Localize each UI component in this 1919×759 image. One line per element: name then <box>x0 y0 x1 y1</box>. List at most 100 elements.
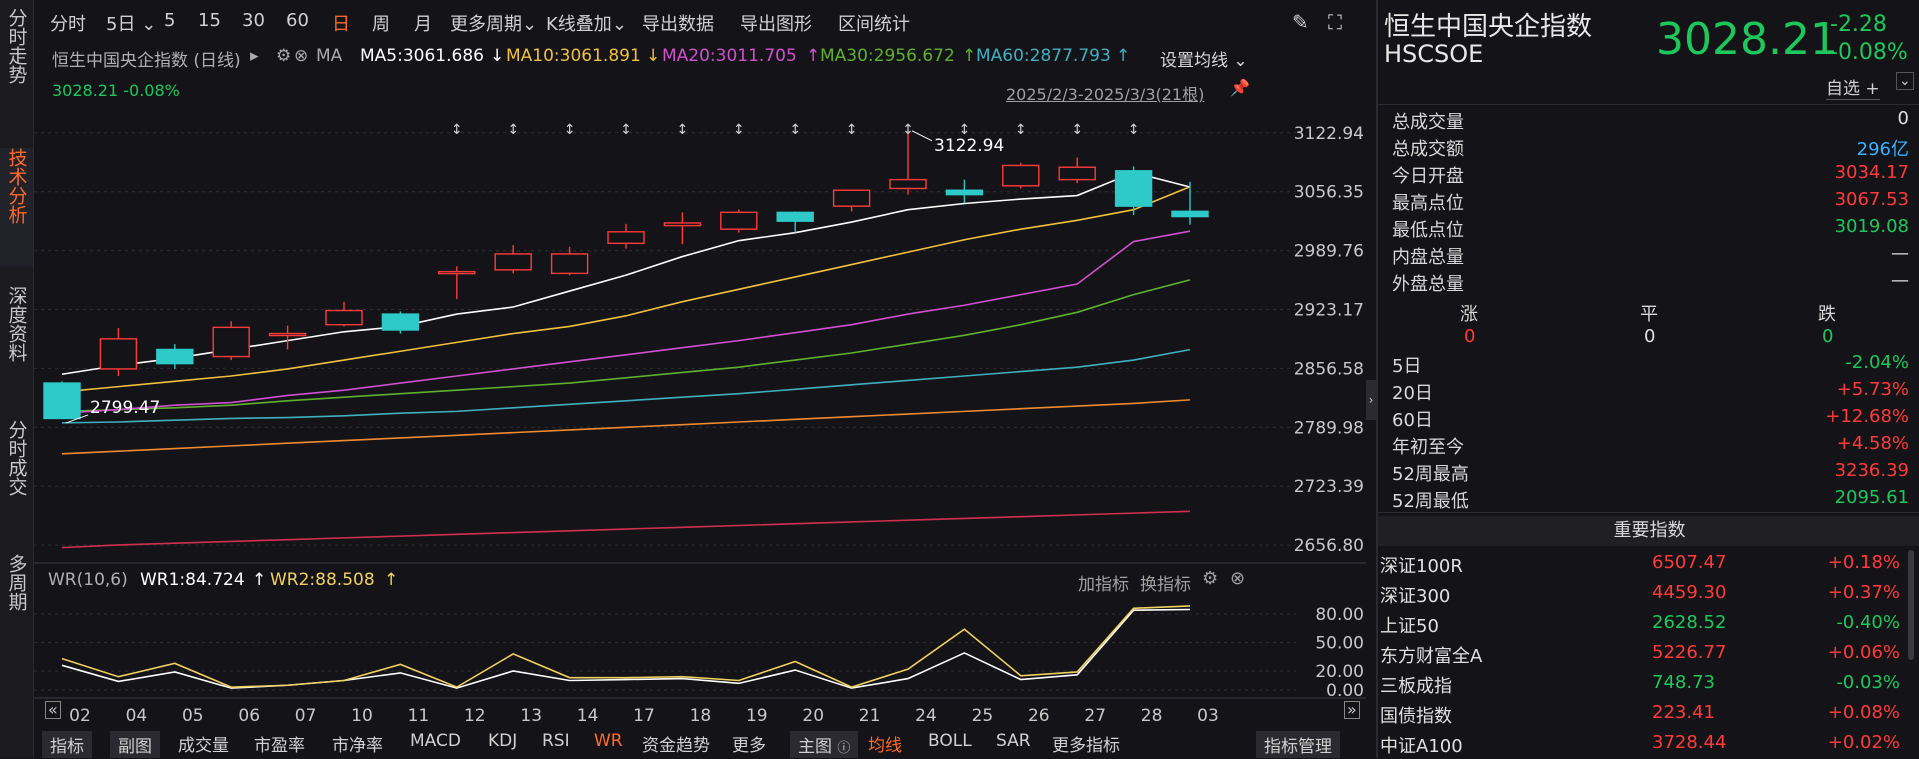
ma250-line <box>61 510 1191 549</box>
y-tick-label: 2923.17 <box>1294 301 1364 321</box>
index-value: 4459.30 <box>1652 582 1727 603</box>
stat-label: 总成交额 <box>1392 139 1464 160</box>
x-tick-label: 13 <box>520 706 542 725</box>
index-value: 5226.77 <box>1652 642 1727 663</box>
stat-row: 总成交额 296亿 <box>1392 135 1909 161</box>
quote-change-pct: -0.08% <box>1830 40 1908 65</box>
more-indicators-button[interactable]: 更多指标 <box>1052 731 1120 756</box>
important-indices-title: 重要指数 <box>1378 516 1919 546</box>
index-name: 深证100R <box>1380 556 1463 577</box>
x-tick-label: 28 <box>1141 706 1163 725</box>
quote-change: -2.28 <box>1830 12 1887 37</box>
stat-label: 总成交量 <box>1392 112 1464 133</box>
more-button[interactable]: 更多 <box>732 731 766 756</box>
y-tick-label: 2856.58 <box>1294 359 1364 379</box>
x-tick-label: 06 <box>238 706 260 725</box>
sar-button[interactable]: SAR <box>996 731 1031 751</box>
candle-body <box>720 211 758 230</box>
perf-row: 60日 +12.68% <box>1392 406 1909 432</box>
indicator-manage-button[interactable]: 指标管理 <box>1256 731 1340 758</box>
macd-button[interactable]: MACD <box>410 731 461 751</box>
candle-body <box>1058 166 1096 181</box>
main-chart-label: 主图 <box>798 737 832 757</box>
subchart-button[interactable]: 副图 <box>110 731 160 758</box>
x-tick-label: 07 <box>295 706 317 725</box>
gear-icon[interactable]: ⚙ <box>1202 568 1218 589</box>
pb-button[interactable]: 市净率 <box>332 731 383 756</box>
low-annotation: 2799.47 <box>90 398 160 418</box>
index-row[interactable]: 三板成指 748.73 -0.03% <box>1380 670 1900 699</box>
breadth-flat-label: 平 <box>1640 304 1658 325</box>
perf-label: 20日 <box>1392 383 1433 404</box>
add-indicator-button[interactable]: 加指标 <box>1078 570 1129 595</box>
perf-label: 52周最低 <box>1392 491 1469 512</box>
close-icon[interactable]: ⊗ <box>1230 568 1245 589</box>
kdj-button[interactable]: KDJ <box>488 731 517 751</box>
wr1-value: WR1:84.724 <box>140 570 245 590</box>
y-tick-label: 3056.35 <box>1294 183 1364 203</box>
index-pct: -0.40% <box>1836 612 1900 633</box>
breadth-flat-value: 0 <box>1644 326 1656 347</box>
high-pointer <box>911 130 933 142</box>
index-row[interactable]: 上证50 2628.52 -0.40% <box>1380 610 1900 639</box>
x-tick-label: 18 <box>690 706 712 725</box>
stat-label: 内盘总量 <box>1392 247 1464 268</box>
breadth-up-value: 0 <box>1464 326 1476 347</box>
candle-body <box>438 270 476 275</box>
stat-label: 最低点位 <box>1392 220 1464 241</box>
index-pct: +0.08% <box>1827 702 1900 723</box>
perf-label: 5日 <box>1392 356 1422 377</box>
watchlist-add-button[interactable]: 自选 + <box>1826 74 1880 100</box>
index-row[interactable]: 中证A100 3728.44 +0.02% <box>1380 730 1900 759</box>
stat-value: 296亿 <box>1856 139 1909 160</box>
boll-button[interactable]: BOLL <box>928 731 972 751</box>
event-marker-icon: ↕ <box>789 122 801 138</box>
stat-value: 3067.53 <box>1834 189 1909 210</box>
capital-trend-button[interactable]: 资金趋势 <box>642 731 710 756</box>
ma-button[interactable]: 均线 <box>868 731 902 756</box>
stat-value: — <box>1891 243 1909 264</box>
wr2-value: WR2:88.508 <box>270 570 375 590</box>
index-value: 3728.44 <box>1652 732 1727 753</box>
x-tick-label: 02 <box>69 706 91 725</box>
scroll-right-icon[interactable]: » <box>1344 701 1360 719</box>
stat-label: 今日开盘 <box>1392 166 1464 187</box>
index-row[interactable]: 深证300 4459.30 +0.37% <box>1380 580 1900 609</box>
stat-value: 3019.08 <box>1834 216 1909 237</box>
index-row[interactable]: 深证100R 6507.47 +0.18% <box>1380 550 1900 579</box>
rsi-button[interactable]: RSI <box>542 731 570 751</box>
arrow-up-icon: ↑ <box>384 570 399 590</box>
candle-body <box>381 313 420 331</box>
index-row[interactable]: 国债指数 223.41 +0.08% <box>1380 700 1900 729</box>
wr-button[interactable]: WR <box>594 731 623 751</box>
x-tick-label: 14 <box>577 706 599 725</box>
index-value: 748.73 <box>1652 672 1715 693</box>
x-tick-label: 24 <box>915 706 937 725</box>
index-value: 2628.52 <box>1652 612 1727 633</box>
candle-body <box>776 211 814 222</box>
index-pct: +0.37% <box>1827 582 1900 603</box>
y-tick-label: 2989.76 <box>1294 242 1364 262</box>
x-tick-label: 26 <box>1028 706 1050 725</box>
swap-indicator-button[interactable]: 换指标 <box>1140 570 1191 595</box>
volume-button[interactable]: 成交量 <box>178 731 229 756</box>
chevron-down-icon[interactable]: ⌄ <box>1896 72 1914 90</box>
x-tick-label: 25 <box>972 706 994 725</box>
chart-canvas[interactable]: 3122.94 3056.35 2989.76 2923.17 2856.58 2789.… <box>0 0 1376 725</box>
candle-body <box>1002 164 1040 187</box>
wr-y-tick-label: 80.00 <box>1315 605 1364 625</box>
index-row[interactable]: 东方财富全A 5226.77 +0.06% <box>1380 640 1900 669</box>
perf-value: 2095.61 <box>1834 487 1909 508</box>
pe-button[interactable]: 市盈率 <box>254 731 305 756</box>
perf-value: 3236.39 <box>1834 460 1909 481</box>
y-tick-label: 3122.94 <box>1294 124 1364 144</box>
scrollbar[interactable] <box>1908 550 1914 660</box>
stat-label: 最高点位 <box>1392 193 1464 214</box>
indicator-button[interactable]: 指标 <box>42 731 92 758</box>
scroll-left-icon[interactable]: « <box>45 701 61 719</box>
perf-row: 20日 +5.73% <box>1392 379 1909 405</box>
main-chart-button[interactable]: 主图 ⓘ <box>790 731 859 758</box>
collapse-panel-icon[interactable]: › <box>1366 380 1376 420</box>
candle-body <box>832 189 871 207</box>
indicator-toolbar: 指标 副图 成交量 市盈率 市净率 MACD KDJ RSI WR 资金趋势 更… <box>34 725 1366 758</box>
